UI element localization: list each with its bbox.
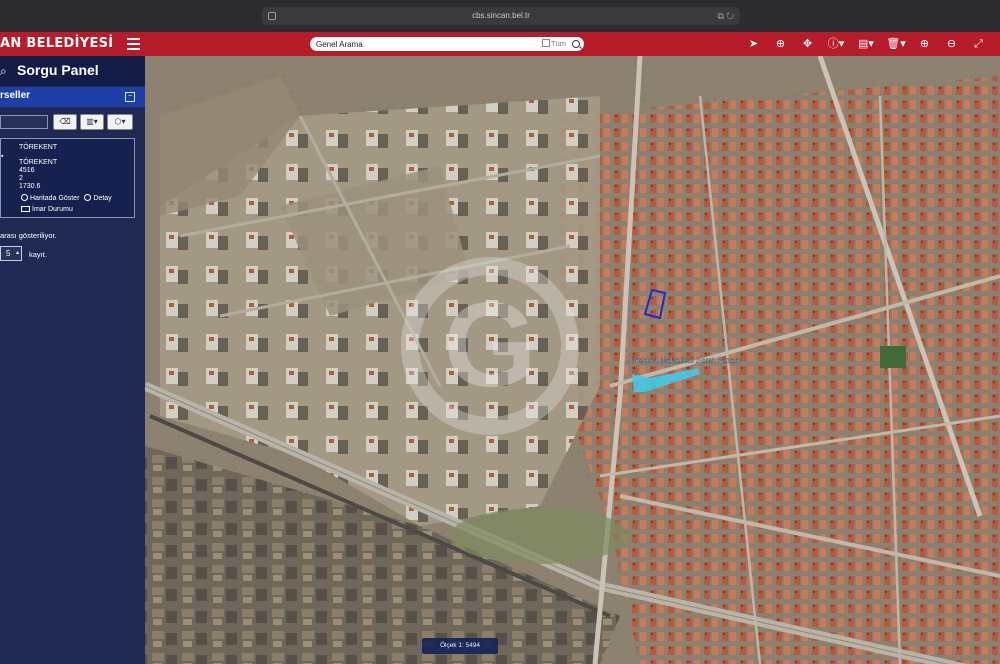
show-on-map-label: Haritada Göster (30, 195, 80, 202)
chevron-icon: ▴ (15, 250, 19, 256)
detail-label[interactable]: Detay (93, 195, 111, 202)
collapse-icon[interactable]: − (125, 92, 135, 102)
checkbox-icon[interactable] (542, 39, 550, 47)
expand-icon[interactable]: ⤢ (965, 32, 992, 56)
binoculars-icon: ⌕ (0, 64, 7, 78)
search-box[interactable]: Tüm (310, 37, 584, 51)
result-card[interactable]: ▪ TÖREKENT TÖREKENT 4516 2 1730.6 Harita… (0, 138, 135, 218)
tab-label: rseller (0, 90, 31, 101)
tab-parcels[interactable]: rseller − (0, 87, 145, 107)
zoning-link[interactable]: İmar Durumu (21, 205, 73, 214)
zoning-label: İmar Durumu (32, 206, 73, 213)
export-dropdown-button[interactable]: ⬡▾ (107, 114, 133, 130)
layers-icon[interactable]: ▤▾ (851, 32, 881, 56)
info-icon (84, 194, 92, 201)
globe-icon[interactable]: ⊕ (767, 32, 794, 56)
search-icon[interactable] (572, 40, 580, 48)
zoom-out-icon[interactable]: ⊖ (938, 32, 965, 56)
panel-title: Sorgu Panel (17, 62, 99, 78)
address-bar[interactable]: cbs.sincan.bel.tr ⧉ ↻ (262, 7, 740, 25)
url-text[interactable]: cbs.sincan.bel.tr (262, 7, 740, 25)
map-toolbar: ➤ ⊕ ✥ ⓘ▾ ▤▾ 🗑▾ ⊕ ⊖ ⤢ (740, 32, 992, 56)
page-size-select[interactable]: 5 ▴ (0, 246, 22, 261)
trash-icon[interactable]: 🗑▾ (881, 32, 911, 56)
app-header: AN BELEDİYESİ Tüm ➤ ⊕ ✥ ⓘ▾ ▤▾ 🗑▾ ⊕ ⊖ ⤢ (0, 32, 1000, 56)
list-dropdown-button[interactable]: ▥▾ (80, 114, 104, 130)
zoning-icon (21, 206, 30, 212)
app-brand: AN BELEDİYESİ (0, 36, 114, 51)
result-parsel: 2 (19, 175, 23, 182)
info-icon[interactable]: ⓘ▾ (821, 32, 851, 56)
filter-input[interactable] (0, 115, 48, 129)
market-label: Törekent Mahallesi Semt Pazarı (626, 356, 740, 365)
result-ada: 4516 (19, 167, 35, 174)
records-label: kayıt. (29, 250, 47, 259)
map-pin-icon (21, 194, 28, 201)
result-header: TÖREKENT (19, 144, 58, 151)
search-input[interactable] (316, 37, 536, 51)
satellite-map[interactable]: G Törekent Mahallesi Semt Pazarı (0, 56, 1000, 664)
watermark-text: G (443, 278, 536, 412)
result-summary: arası gösteriliyor. (0, 231, 57, 240)
show-on-map-link[interactable]: Haritada Göster Detay (21, 194, 112, 203)
browser-bar: cbs.sincan.bel.tr ⧉ ↻ (0, 0, 1000, 32)
result-area: 1730.6 (19, 183, 41, 190)
result-icon: ▪ (1, 153, 4, 160)
zoom-in-icon[interactable]: ⊕ (911, 32, 938, 56)
move-icon[interactable]: ✥ (794, 32, 821, 56)
search-all-toggle[interactable]: Tüm (542, 37, 566, 51)
map-scale: Ölçek 1: 5494 (422, 638, 498, 654)
hamburger-menu-icon[interactable] (127, 38, 140, 50)
query-panel: ⌕ Sorgu Panel rseller − ⌫ ▥▾ ⬡▾ ▪ TÖREKE… (0, 56, 145, 664)
eraser-button[interactable]: ⌫ (53, 114, 77, 130)
reload-icon[interactable]: ⧉ ↻ (717, 9, 734, 23)
panel-header: ⌕ Sorgu Panel (0, 56, 145, 86)
result-district: TÖREKENT (19, 159, 58, 166)
map-canvas[interactable]: G Törekent Mahallesi Semt Pazarı (0, 56, 1000, 664)
cursor-arrow-icon[interactable]: ➤ (740, 32, 767, 56)
page-size-value: 5 (6, 249, 11, 258)
search-all-label: Tüm (551, 39, 566, 48)
